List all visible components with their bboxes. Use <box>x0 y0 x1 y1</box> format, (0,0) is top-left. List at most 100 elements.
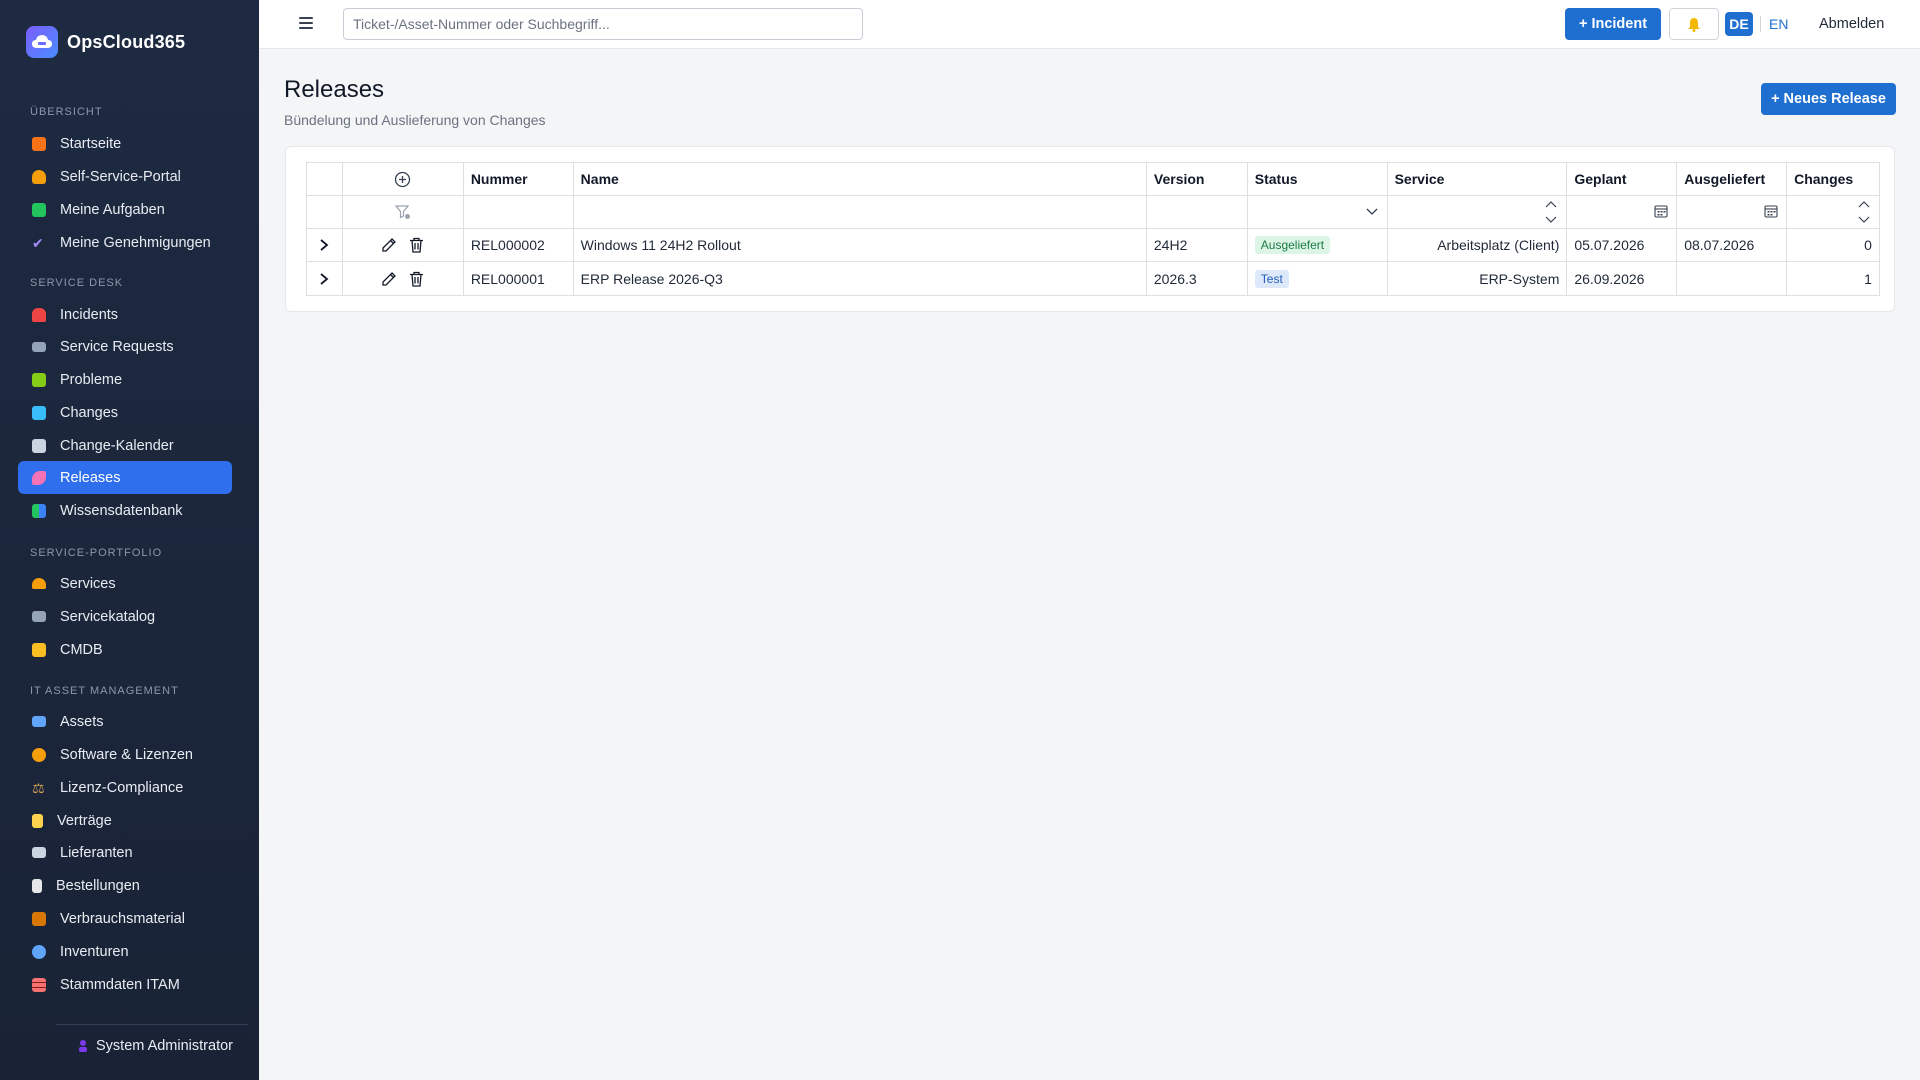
column-header-service[interactable]: Service <box>1388 163 1568 195</box>
clear-filter-icon[interactable] <box>394 204 411 220</box>
column-header-status[interactable]: Status <box>1248 163 1388 195</box>
section-it-asset-management: IT ASSET MANAGEMENT <box>30 685 179 697</box>
column-header-name[interactable]: Name <box>574 163 1147 195</box>
section-service-portfolio: SERVICE-PORTFOLIO <box>30 547 163 559</box>
filter-nummer[interactable] <box>464 196 574 228</box>
filter-status[interactable] <box>1248 196 1388 228</box>
language-separator <box>1760 16 1761 32</box>
folder-icon <box>32 642 46 657</box>
spinner-arrows-icon[interactable] <box>1857 198 1871 226</box>
scroll-icon <box>32 813 43 828</box>
topbar: + Incident DE EN Abmelden <box>259 0 1920 49</box>
rocket-icon <box>32 470 46 485</box>
filter-changes[interactable] <box>1787 196 1879 228</box>
current-user[interactable]: System Administrator <box>78 1038 233 1054</box>
filter-name[interactable] <box>574 196 1147 228</box>
filter-ausgeliefert[interactable] <box>1677 196 1788 228</box>
cell-version: 24H2 <box>1147 229 1248 261</box>
column-header-geplant[interactable]: Geplant <box>1567 163 1678 195</box>
sidebar-item-startseite[interactable]: Startseite <box>18 127 232 160</box>
sidebar-item-service-requests[interactable]: Service Requests <box>18 330 232 363</box>
sidebar-item-wissensdatenbank[interactable]: Wissensdatenbank <box>18 494 232 527</box>
sidebar-item-incidents[interactable]: Incidents <box>18 298 232 331</box>
brand-name: OpsCloud365 <box>67 31 186 52</box>
envelope-icon <box>32 341 46 352</box>
filter-actions-cell <box>343 196 464 228</box>
sidebar-item-lieferanten[interactable]: Lieferanten <box>18 836 232 869</box>
sidebar-item-meine-aufgaben[interactable]: Meine Aufgaben <box>18 193 232 226</box>
sidebar-item-probleme[interactable]: Probleme <box>18 363 232 396</box>
releases-table: Nummer Name Version Status Service Gepla… <box>306 162 1880 296</box>
cell-name: ERP Release 2026-Q3 <box>574 262 1147 295</box>
releases-card: Nummer Name Version Status Service Gepla… <box>285 146 1895 312</box>
sidebar-item-cmdb[interactable]: CMDB <box>18 633 232 666</box>
column-header-version[interactable]: Version <box>1147 163 1248 195</box>
sidebar-item-bestellungen[interactable]: Bestellungen <box>18 869 232 902</box>
column-header-ausgeliefert[interactable]: Ausgeliefert <box>1677 163 1788 195</box>
sidebar-item-stammdaten-itam[interactable]: Stammdaten ITAM <box>18 968 232 1001</box>
new-release-button[interactable]: + Neues Release <box>1761 83 1896 115</box>
package-icon <box>32 911 46 926</box>
section-service-desk: SERVICE DESK <box>30 277 124 289</box>
sidebar-item-lizenz-compliance[interactable]: ⚖ Lizenz-Compliance <box>18 771 232 804</box>
checkmark-icon: ✔ <box>32 234 44 251</box>
new-incident-button[interactable]: + Incident <box>1565 8 1661 40</box>
row-actions <box>343 262 464 295</box>
house-icon <box>32 136 46 151</box>
expand-row-button[interactable] <box>307 229 343 261</box>
monitor-icon <box>32 611 46 622</box>
refresh-icon <box>32 405 46 420</box>
search-input[interactable] <box>343 8 863 40</box>
cell-changes: 0 <box>1864 237 1872 253</box>
table-header-row: Nummer Name Version Status Service Gepla… <box>307 163 1879 196</box>
sidebar-item-assets[interactable]: Assets <box>18 705 232 738</box>
language-de-button[interactable]: DE <box>1725 12 1753 36</box>
sidebar-item-meine-genehmigungen[interactable]: ✔ Meine Genehmigungen <box>18 226 232 259</box>
sidebar-item-inventuren[interactable]: Inventuren <box>18 935 232 968</box>
chevron-down-icon[interactable] <box>1365 204 1379 218</box>
column-header-nummer[interactable]: Nummer <box>464 163 574 195</box>
calendar-icon[interactable] <box>1654 204 1668 218</box>
edit-pencil-icon[interactable] <box>381 237 397 253</box>
delete-trash-icon[interactable] <box>409 237 424 253</box>
filter-expand-cell <box>307 196 343 228</box>
spinner-arrows-icon[interactable] <box>1544 198 1558 226</box>
bell-service-icon <box>32 578 46 589</box>
notifications-button[interactable] <box>1669 8 1719 40</box>
truck-icon <box>32 847 46 858</box>
edit-pencil-icon[interactable] <box>381 271 397 287</box>
filter-geplant[interactable] <box>1567 196 1678 228</box>
scales-icon: ⚖ <box>32 779 45 796</box>
page-title: Releases <box>284 76 385 103</box>
logout-link[interactable]: Abmelden <box>1819 16 1884 32</box>
brand[interactable]: OpsCloud365 <box>26 26 185 58</box>
sidebar-item-servicekatalog[interactable]: Servicekatalog <box>18 600 232 633</box>
section-uebersicht: ÜBERSICHT <box>30 106 103 118</box>
sidebar-item-services[interactable]: Services <box>18 567 232 600</box>
sidebar-item-self-service-portal[interactable]: Self-Service-Portal <box>18 160 232 193</box>
calendar-icon <box>32 438 46 453</box>
person-icon <box>32 169 46 184</box>
sidebar-item-verbrauchsmaterial[interactable]: Verbrauchsmaterial <box>18 902 232 935</box>
sidebar-item-changes[interactable]: Changes <box>18 396 232 429</box>
expand-row-button[interactable] <box>307 262 343 295</box>
sidebar-item-software-lizenzen[interactable]: Software & Lizenzen <box>18 738 232 771</box>
delete-trash-icon[interactable] <box>409 271 424 287</box>
column-header-changes[interactable]: Changes <box>1787 163 1879 195</box>
chevron-right-icon <box>320 239 329 251</box>
cell-service: ERP-System <box>1388 262 1568 295</box>
menu-toggle-icon[interactable] <box>299 14 313 32</box>
filter-version[interactable] <box>1147 196 1248 228</box>
bricks-icon <box>32 977 46 992</box>
user-name: System Administrator <box>96 1038 233 1054</box>
sidebar-item-releases[interactable]: Releases <box>18 461 232 494</box>
add-row-icon[interactable] <box>394 171 411 188</box>
calendar-icon[interactable] <box>1764 204 1778 218</box>
sidebar-item-change-kalender[interactable]: Change-Kalender <box>18 429 232 462</box>
cell-status: Test <box>1248 262 1388 295</box>
laptop-icon <box>32 716 46 727</box>
sidebar-item-vertraege[interactable]: Verträge <box>18 804 232 837</box>
filter-service[interactable] <box>1388 196 1568 228</box>
language-en-button[interactable]: EN <box>1769 16 1788 32</box>
puzzle-icon <box>32 372 46 387</box>
